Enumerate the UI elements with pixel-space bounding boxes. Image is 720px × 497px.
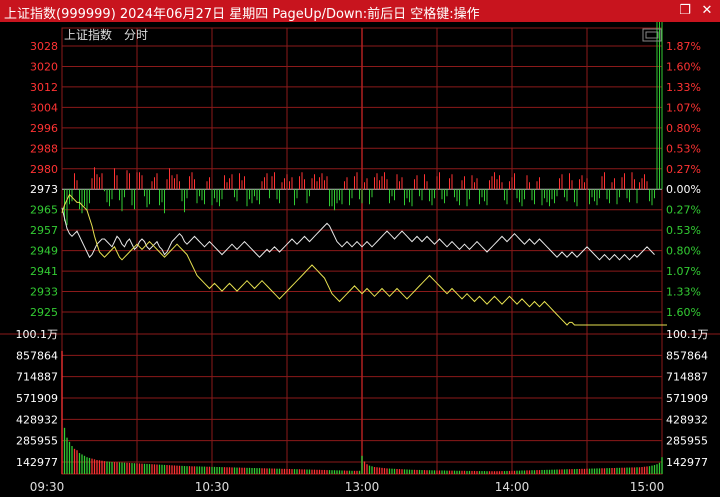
tick-bars <box>64 22 663 226</box>
time-label: 15:00 <box>630 480 665 494</box>
close-icon[interactable]: ✕ <box>698 2 716 20</box>
pct-tick-label: 1.87% <box>666 40 701 53</box>
price-tick-label: 2941 <box>30 265 58 278</box>
white-price-line <box>61 207 655 261</box>
price-tick-label: 3012 <box>30 81 58 94</box>
price-tick-label: 2957 <box>30 224 58 237</box>
chart-mode-label[interactable]: 分时 <box>124 28 148 42</box>
volume-tick-label: 428932 <box>666 413 708 426</box>
volume-tick-label: 142977 <box>666 456 708 469</box>
price-tick-label: 3020 <box>30 60 58 73</box>
title-bar: 上证指数(999999) 2024年06月27日 星期四 PageUp/Down… <box>0 0 720 22</box>
price-tick-label: 2933 <box>30 286 58 299</box>
time-label: 09:30 <box>30 480 65 494</box>
restore-icon[interactable]: ❐ <box>676 2 694 20</box>
volume-tick-label: 714887 <box>16 371 58 384</box>
pct-tick-label: 0.80% <box>666 245 701 258</box>
volume-tick-label: 428932 <box>16 413 58 426</box>
price-tick-label: 3028 <box>30 40 58 53</box>
time-label: 10:30 <box>195 480 230 494</box>
volume-tick-label: 857864 <box>666 349 708 362</box>
volume-unit-label: 100.1万 <box>16 328 59 341</box>
pct-tick-label: 1.33% <box>666 81 701 94</box>
volume-tick-label: 285955 <box>16 435 58 448</box>
pct-tick-label: 0.53% <box>666 142 701 155</box>
pct-tick-label: 1.07% <box>666 101 701 114</box>
pct-tick-label: 1.33% <box>666 286 701 299</box>
intraday-chart: 3028 1.87% 3020 1.60% 3012 1.33% 3004 1.07% 2996… <box>0 22 720 494</box>
pct-tick-label: 0.53% <box>666 224 701 237</box>
volume-unit-label: 100.1万 <box>666 328 709 341</box>
pct-tick-label: 1.07% <box>666 265 701 278</box>
volume-tick-label: 285955 <box>666 435 708 448</box>
volume-tick-label: 857864 <box>16 349 58 362</box>
window-title: 上证指数(999999) 2024年06月27日 星期四 PageUp/Down… <box>4 7 480 22</box>
time-label: 14:00 <box>495 480 530 494</box>
volume-tick-label: 142977 <box>16 456 58 469</box>
volume-tick-label: 714887 <box>666 371 708 384</box>
index-name-label: 上证指数 <box>64 27 112 42</box>
volume-tick-label: 571909 <box>16 392 58 405</box>
pct-tick-label: 1.60% <box>666 60 701 73</box>
price-lines <box>61 193 667 326</box>
price-tick-label: 2996 <box>30 122 58 135</box>
time-label: 13:00 <box>345 480 380 494</box>
pct-tick-label: 0.27% <box>666 163 701 176</box>
price-tick-label: 2925 <box>30 306 58 319</box>
price-tick-label: 2965 <box>30 204 58 217</box>
volume-tick-label: 571909 <box>666 392 708 405</box>
chart-grid <box>0 27 720 475</box>
price-tick-label: 2949 <box>30 245 58 258</box>
price-tick-label: 2973 <box>30 183 58 196</box>
pct-tick-label: 0.80% <box>666 122 701 135</box>
price-tick-label: 3004 <box>30 101 58 114</box>
price-tick-label: 2980 <box>30 163 58 176</box>
price-tick-label: 2988 <box>30 142 58 155</box>
pct-tick-label: 0.00% <box>666 183 701 196</box>
yellow-price-line <box>61 193 667 326</box>
pct-tick-label: 1.60% <box>666 306 701 319</box>
pct-tick-label: 0.27% <box>666 204 701 217</box>
chart-toolbar-icon[interactable] <box>642 28 662 42</box>
